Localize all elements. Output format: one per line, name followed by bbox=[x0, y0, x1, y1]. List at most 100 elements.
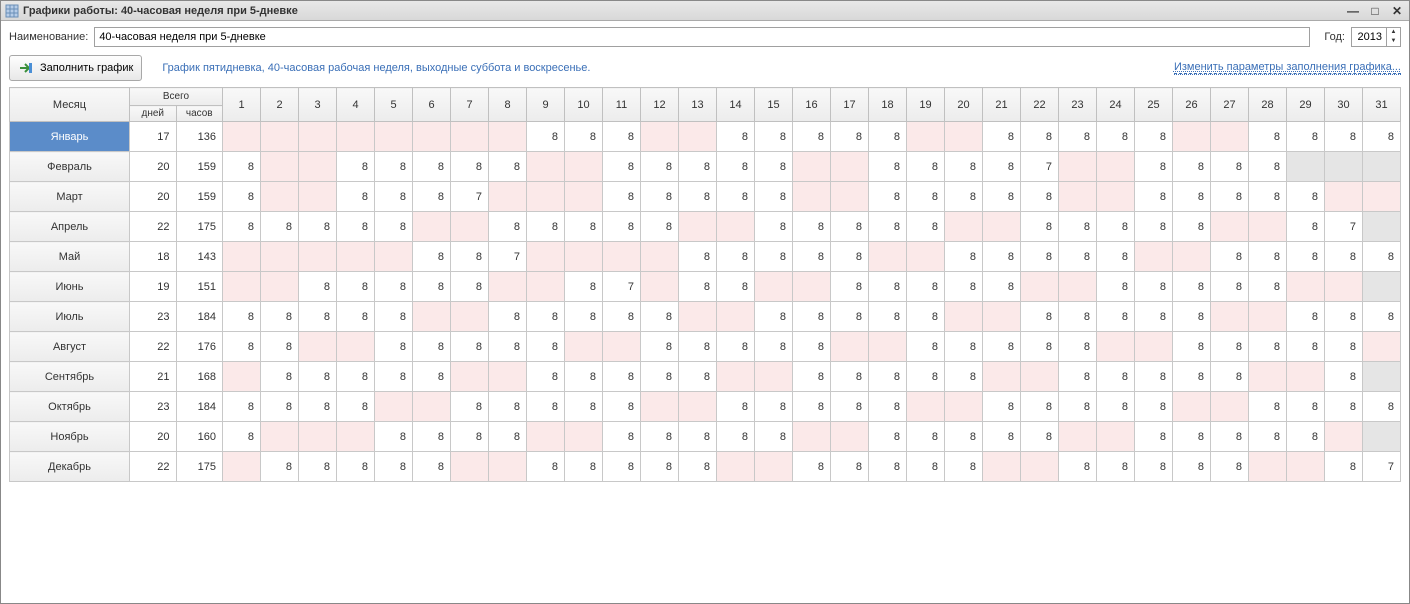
day-cell[interactable]: 8 bbox=[527, 362, 565, 392]
day-cell[interactable]: 8 bbox=[451, 272, 489, 302]
day-cell[interactable]: 8 bbox=[945, 242, 983, 272]
day-cell[interactable] bbox=[1097, 182, 1135, 212]
day-cell[interactable]: 8 bbox=[869, 152, 907, 182]
day-cell[interactable]: 8 bbox=[413, 182, 451, 212]
day-cell[interactable]: 8 bbox=[717, 122, 755, 152]
day-cell[interactable]: 8 bbox=[1211, 422, 1249, 452]
day-cell[interactable]: 8 bbox=[1097, 392, 1135, 422]
day-cell[interactable]: 7 bbox=[451, 182, 489, 212]
day-cell[interactable] bbox=[1287, 152, 1325, 182]
day-cell[interactable] bbox=[565, 152, 603, 182]
day-cell[interactable]: 8 bbox=[1249, 182, 1287, 212]
day-cell[interactable]: 8 bbox=[793, 212, 831, 242]
day-cell[interactable]: 8 bbox=[603, 362, 641, 392]
day-cell[interactable] bbox=[337, 422, 375, 452]
day-cell[interactable]: 8 bbox=[1325, 332, 1363, 362]
table-row[interactable]: Апрель221758888888888888888888887 bbox=[10, 212, 1401, 242]
day-cell[interactable]: 8 bbox=[1097, 242, 1135, 272]
day-cell[interactable]: 8 bbox=[1173, 272, 1211, 302]
day-cell[interactable]: 8 bbox=[717, 332, 755, 362]
header-day-27[interactable]: 27 bbox=[1211, 88, 1249, 122]
table-row[interactable]: Октябрь2318488888888888888888888888 bbox=[10, 392, 1401, 422]
day-cell[interactable] bbox=[755, 452, 793, 482]
day-cell[interactable] bbox=[261, 122, 299, 152]
day-cell[interactable] bbox=[1249, 212, 1287, 242]
day-cell[interactable]: 8 bbox=[603, 302, 641, 332]
day-cell[interactable]: 8 bbox=[223, 182, 261, 212]
day-cell[interactable] bbox=[1249, 302, 1287, 332]
day-cell[interactable]: 8 bbox=[603, 422, 641, 452]
header-day-10[interactable]: 10 bbox=[565, 88, 603, 122]
day-cell[interactable]: 8 bbox=[1287, 182, 1325, 212]
day-cell[interactable]: 8 bbox=[1059, 302, 1097, 332]
hours-cell[interactable]: 184 bbox=[176, 392, 223, 422]
day-cell[interactable]: 8 bbox=[755, 332, 793, 362]
day-cell[interactable]: 8 bbox=[983, 332, 1021, 362]
day-cell[interactable] bbox=[565, 182, 603, 212]
day-cell[interactable]: 8 bbox=[1135, 152, 1173, 182]
day-cell[interactable]: 8 bbox=[375, 272, 413, 302]
day-cell[interactable] bbox=[375, 122, 413, 152]
table-row[interactable]: Декабрь221758888888888888888888887 bbox=[10, 452, 1401, 482]
day-cell[interactable]: 8 bbox=[1211, 182, 1249, 212]
header-day-18[interactable]: 18 bbox=[869, 88, 907, 122]
day-cell[interactable] bbox=[1097, 152, 1135, 182]
hours-cell[interactable]: 175 bbox=[176, 452, 223, 482]
day-cell[interactable]: 8 bbox=[1249, 122, 1287, 152]
month-cell[interactable]: Июль bbox=[10, 302, 130, 332]
day-cell[interactable] bbox=[1021, 272, 1059, 302]
day-cell[interactable]: 8 bbox=[223, 302, 261, 332]
day-cell[interactable]: 7 bbox=[1021, 152, 1059, 182]
day-cell[interactable]: 8 bbox=[565, 302, 603, 332]
day-cell[interactable]: 8 bbox=[717, 152, 755, 182]
day-cell[interactable] bbox=[565, 332, 603, 362]
day-cell[interactable]: 8 bbox=[527, 122, 565, 152]
day-cell[interactable] bbox=[1059, 272, 1097, 302]
header-day-9[interactable]: 9 bbox=[527, 88, 565, 122]
day-cell[interactable]: 8 bbox=[1097, 302, 1135, 332]
day-cell[interactable] bbox=[337, 332, 375, 362]
day-cell[interactable]: 8 bbox=[907, 272, 945, 302]
day-cell[interactable]: 8 bbox=[1097, 212, 1135, 242]
day-cell[interactable]: 8 bbox=[983, 272, 1021, 302]
day-cell[interactable] bbox=[1363, 272, 1401, 302]
day-cell[interactable]: 8 bbox=[679, 152, 717, 182]
day-cell[interactable]: 8 bbox=[679, 182, 717, 212]
day-cell[interactable]: 8 bbox=[527, 332, 565, 362]
day-cell[interactable] bbox=[261, 152, 299, 182]
day-cell[interactable]: 7 bbox=[1363, 452, 1401, 482]
day-cell[interactable]: 8 bbox=[337, 272, 375, 302]
day-cell[interactable]: 8 bbox=[1021, 302, 1059, 332]
table-row[interactable]: Июль2318488888888888888888888888 bbox=[10, 302, 1401, 332]
day-cell[interactable]: 8 bbox=[717, 422, 755, 452]
day-cell[interactable] bbox=[299, 182, 337, 212]
day-cell[interactable]: 8 bbox=[717, 182, 755, 212]
days-cell[interactable]: 18 bbox=[130, 242, 177, 272]
day-cell[interactable]: 8 bbox=[793, 362, 831, 392]
day-cell[interactable] bbox=[1135, 242, 1173, 272]
day-cell[interactable] bbox=[717, 362, 755, 392]
day-cell[interactable]: 8 bbox=[337, 452, 375, 482]
day-cell[interactable]: 8 bbox=[299, 212, 337, 242]
table-row[interactable]: Май18143887888888888888888 bbox=[10, 242, 1401, 272]
hours-cell[interactable]: 176 bbox=[176, 332, 223, 362]
header-day-8[interactable]: 8 bbox=[489, 88, 527, 122]
day-cell[interactable]: 8 bbox=[1097, 452, 1135, 482]
day-cell[interactable] bbox=[223, 242, 261, 272]
day-cell[interactable] bbox=[299, 422, 337, 452]
day-cell[interactable]: 8 bbox=[679, 242, 717, 272]
table-row[interactable]: Июнь191518888887888888888888 bbox=[10, 272, 1401, 302]
hours-cell[interactable]: 136 bbox=[176, 122, 223, 152]
day-cell[interactable] bbox=[1021, 452, 1059, 482]
day-cell[interactable] bbox=[1211, 122, 1249, 152]
day-cell[interactable] bbox=[1363, 182, 1401, 212]
day-cell[interactable] bbox=[1363, 332, 1401, 362]
day-cell[interactable]: 8 bbox=[1059, 122, 1097, 152]
month-cell[interactable]: Апрель bbox=[10, 212, 130, 242]
day-cell[interactable] bbox=[793, 272, 831, 302]
day-cell[interactable]: 8 bbox=[679, 452, 717, 482]
day-cell[interactable]: 8 bbox=[831, 452, 869, 482]
day-cell[interactable]: 8 bbox=[1097, 272, 1135, 302]
day-cell[interactable]: 8 bbox=[1173, 212, 1211, 242]
days-cell[interactable]: 23 bbox=[130, 392, 177, 422]
